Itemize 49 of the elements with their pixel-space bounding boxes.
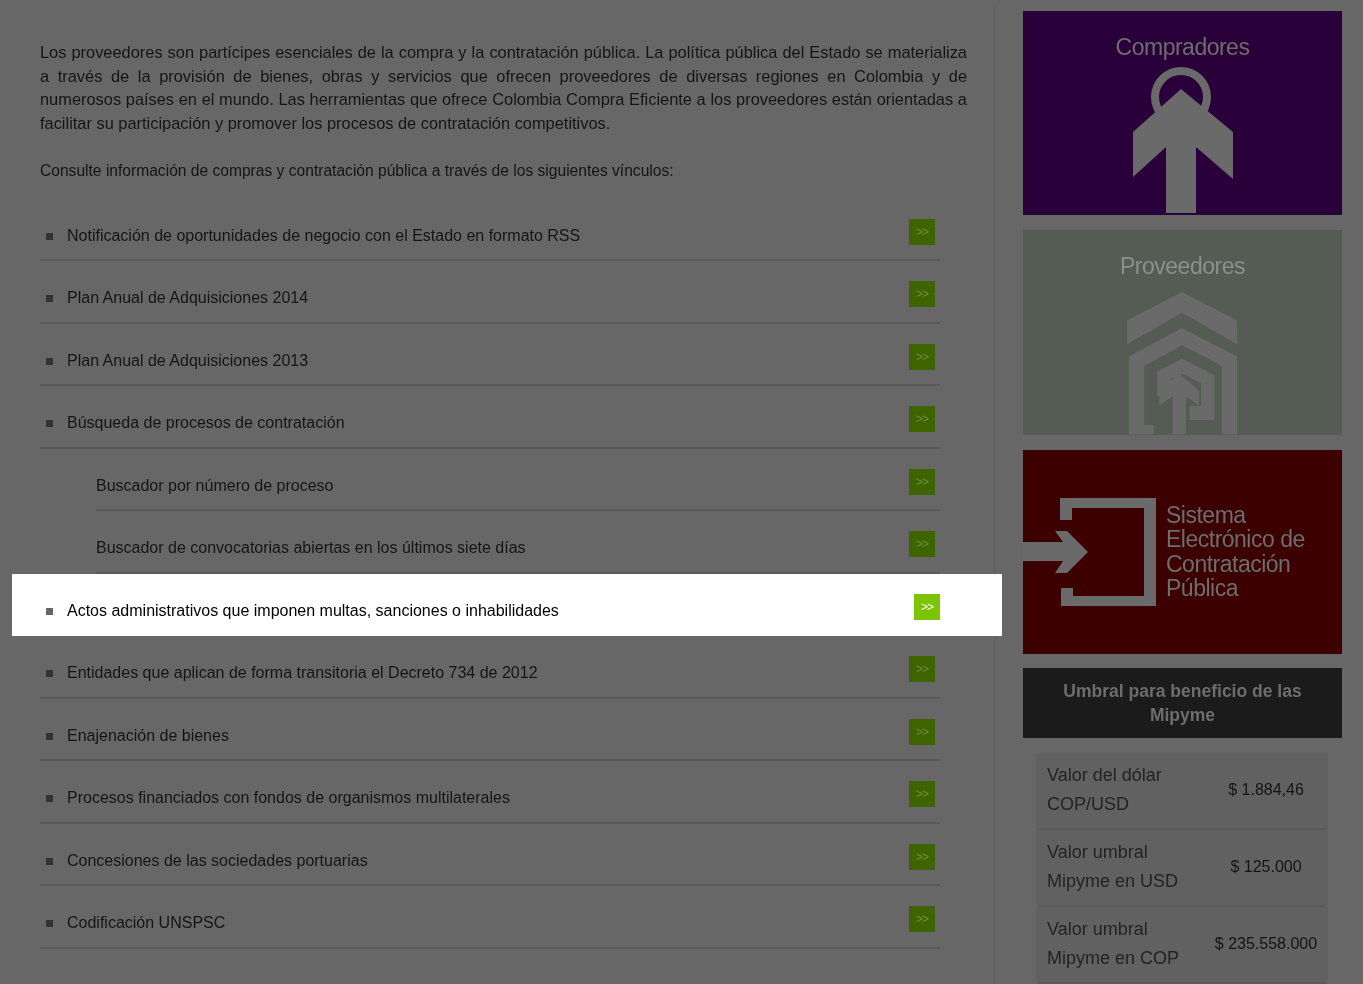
mipyme-header: Umbral para beneficio de las Mipyme: [1023, 668, 1342, 738]
arrow-into-box-icon: [1023, 497, 1156, 606]
lead-text: Consulte información de compras y contratación pública a través de los siguientes vínculos:: [40, 161, 675, 181]
upward-arrow-icon: [1130, 67, 1235, 213]
link-label[interactable]: Enajenación de bienes: [67, 698, 909, 745]
link-label[interactable]: Búsqueda de procesos de contratación: [67, 386, 909, 432]
table-cell-text: Valor umbral Mipyme en USD: [1047, 841, 1180, 894]
go-button[interactable]: >>: [909, 656, 935, 682]
go-button[interactable]: >>: [909, 406, 935, 432]
link-label[interactable]: Plan Anual de Adquisiciones 2014: [67, 261, 909, 307]
card-title: Compradores: [1115, 34, 1250, 61]
bullet-icon: [46, 232, 53, 240]
go-button[interactable]: >>: [909, 781, 935, 807]
table-cell-text: $ 1.884,46: [1227, 781, 1305, 800]
table-cell-text: $ 125.000: [1229, 858, 1303, 877]
bullet-icon: [46, 857, 53, 865]
category-card[interactable]: Compradores: [1023, 11, 1342, 216]
go-button[interactable]: >>: [914, 593, 940, 620]
go-button[interactable]: >>: [909, 531, 935, 557]
go-button[interactable]: >>: [909, 906, 935, 932]
link-label[interactable]: Buscador por número de proceso: [96, 448, 909, 495]
go-button[interactable]: >>: [909, 281, 935, 307]
link-label[interactable]: Actos administrativos que imponen multas, sanciones o inhabilidades: [67, 573, 914, 620]
bullet-icon: [46, 295, 53, 302]
link-label[interactable]: Entidades que aplican de forma transitoria el Decreto 734 de 2012: [67, 636, 909, 682]
link-label[interactable]: Plan Anual de Adquisiciones 2013: [67, 323, 909, 370]
bullet-icon: [46, 607, 53, 615]
link-label[interactable]: Procesos financiados con fondos de organismos multilaterales: [67, 761, 909, 807]
link-label[interactable]: Concesiones de las sociedades portuarias: [67, 823, 909, 870]
bullet-icon: [46, 732, 53, 740]
bullet-icon: [46, 357, 53, 365]
bullet-icon: [46, 920, 53, 927]
link-label[interactable]: Notificación de oportunidades de negocio con el Estado en formato RSS: [67, 198, 909, 245]
table-cell-text: Valor del dólar COP/USD: [1047, 764, 1163, 817]
go-button[interactable]: >>: [909, 468, 935, 495]
bullet-icon: [46, 670, 53, 677]
go-button[interactable]: >>: [909, 843, 935, 870]
card-title: Sistema Electrónico de Contratación Pública: [1166, 502, 1306, 601]
system-card[interactable]: Sistema Electrónico de Contratación Pública: [1023, 449, 1342, 654]
table-cell-text: Valor umbral Mipyme en COP: [1047, 918, 1181, 971]
go-button[interactable]: >>: [909, 218, 935, 245]
table-cell-text: $ 235.558.000: [1213, 935, 1319, 954]
bullet-icon: [46, 420, 53, 427]
link-label[interactable]: Buscador de convocatorias abiertas en los últimos siete días: [96, 511, 909, 557]
go-button[interactable]: >>: [909, 718, 935, 745]
go-button[interactable]: >>: [909, 343, 935, 370]
bullet-icon: [46, 795, 53, 802]
intro-paragraph: Los proveedores son partícipes esenciales de la compra y la contratación pública. La política pública del Estado se materializa a través de la provisión de bienes, obras y servicios que ofrecen proveedores de diversas regiones en Colombia y de numerosos países en el mundo. Las herramientas que ofrece Colombia Compra Eficiente a los proveedores están orientadas a facilitar su participación y promover los procesos de contratación competitivos.: [40, 42, 967, 134]
link-label[interactable]: Codificación UNSPSC: [67, 886, 909, 932]
